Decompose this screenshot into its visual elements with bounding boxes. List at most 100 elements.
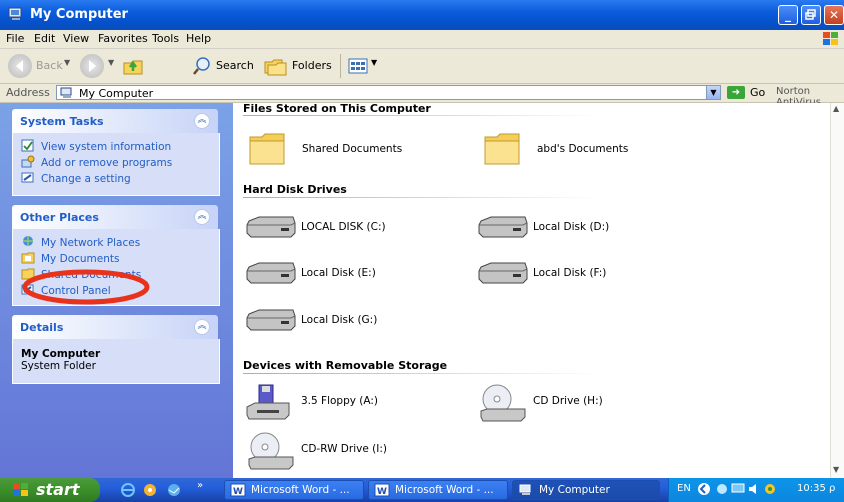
- my-network-places-link[interactable]: My Network Places: [21, 235, 140, 251]
- menu-help[interactable]: Help: [186, 32, 211, 45]
- task-pane: System Tasks ︽ View system information A…: [0, 103, 233, 478]
- taskbar-button-word-1[interactable]: W Microsoft Word - ...: [224, 480, 364, 500]
- outlook-express-icon[interactable]: [166, 482, 182, 498]
- svg-text:W: W: [377, 487, 387, 497]
- collapse-chevron-icon[interactable]: ︽: [194, 319, 210, 335]
- details-title: Details: [20, 321, 64, 334]
- cd-drive-icon: [480, 384, 526, 422]
- folder-icon: [484, 133, 520, 165]
- view-system-info-link[interactable]: View system information: [21, 139, 171, 155]
- folder-abds-documents[interactable]: abd's Documents: [483, 131, 683, 171]
- title-bar[interactable]: My Computer _ ✕: [0, 0, 844, 30]
- scroll-up-icon[interactable]: ▲: [833, 104, 839, 113]
- system-tasks-header[interactable]: System Tasks ︽: [12, 109, 218, 133]
- forward-dropdown-icon[interactable]: ▼: [108, 58, 114, 67]
- item-label: Local Disk (E:): [301, 267, 376, 279]
- hard-disk-icon: [478, 262, 528, 284]
- window-title: My Computer: [30, 7, 128, 22]
- my-documents-link[interactable]: My Documents: [21, 251, 119, 267]
- windows-flag-icon: [13, 483, 28, 496]
- scroll-down-icon[interactable]: ▼: [833, 465, 839, 474]
- quick-launch-overflow-icon[interactable]: »: [197, 480, 203, 491]
- details-panel: My Computer System Folder: [12, 339, 220, 384]
- windows-flag-icon: [823, 32, 838, 45]
- folder-shared-documents[interactable]: Shared Documents: [248, 131, 448, 171]
- collapse-chevron-icon[interactable]: ︽: [194, 209, 210, 225]
- go-button[interactable]: Go: [750, 86, 765, 99]
- drive-f[interactable]: Local Disk (F:): [477, 255, 677, 295]
- folder-icon: [249, 133, 285, 165]
- monitor-tray-icon[interactable]: [731, 483, 745, 495]
- media-player-icon[interactable]: [142, 482, 158, 498]
- close-button[interactable]: ✕: [824, 5, 844, 25]
- svg-text:W: W: [233, 487, 243, 497]
- vertical-scrollbar[interactable]: ▲ ▼: [830, 103, 844, 478]
- back-button[interactable]: [8, 54, 32, 78]
- drive-g[interactable]: Local Disk (G:): [245, 302, 445, 342]
- volume-tray-icon[interactable]: [747, 483, 761, 495]
- taskbar: start » W Microsoft Word - ... W Microso…: [0, 478, 844, 502]
- floppy-drive-icon: [246, 384, 290, 420]
- hard-disk-icon: [246, 216, 296, 238]
- menu-tools[interactable]: Tools: [152, 32, 179, 45]
- drive-i-cdrw[interactable]: CD-RW Drive (I:): [245, 431, 445, 471]
- item-label: Local Disk (D:): [533, 221, 610, 233]
- system-tasks-title: System Tasks: [20, 115, 104, 128]
- details-header[interactable]: Details ︽: [12, 315, 218, 339]
- search-icon[interactable]: [192, 56, 212, 76]
- system-tray: EN 10:35 ρ: [668, 478, 844, 502]
- word-document-icon: W: [230, 483, 246, 497]
- my-computer-icon: [8, 7, 22, 20]
- views-dropdown-icon[interactable]: ▼: [371, 58, 377, 67]
- folders-button[interactable]: Folders: [292, 59, 332, 72]
- views-icon[interactable]: [348, 58, 368, 74]
- cd-rw-drive-icon: [248, 432, 294, 470]
- group-header-hard-disk-drives: Hard Disk Drives: [243, 183, 347, 196]
- address-dropdown-button[interactable]: ▼: [706, 85, 721, 100]
- hard-disk-icon: [478, 216, 528, 238]
- menu-file[interactable]: File: [6, 32, 24, 45]
- drive-c[interactable]: LOCAL DISK (C:): [245, 209, 445, 249]
- word-document-icon: W: [374, 483, 390, 497]
- go-arrow-icon[interactable]: ➜: [727, 86, 745, 99]
- security-tray-icon[interactable]: [763, 483, 777, 495]
- change-setting-link[interactable]: Change a setting: [21, 171, 131, 187]
- network-tray-icon[interactable]: [715, 483, 729, 495]
- taskbar-button-word-2[interactable]: W Microsoft Word - ...: [368, 480, 508, 500]
- add-remove-programs-link[interactable]: Add or remove programs: [21, 155, 172, 171]
- clock[interactable]: 10:35 ρ: [797, 483, 835, 494]
- address-input[interactable]: My Computer: [56, 85, 720, 100]
- up-folder-icon[interactable]: [122, 55, 146, 77]
- drive-a-floppy[interactable]: 3.5 Floppy (A:): [245, 383, 445, 423]
- tray-hide-chevron-icon[interactable]: [697, 482, 711, 496]
- drive-d[interactable]: Local Disk (D:): [477, 209, 677, 249]
- back-dropdown-icon[interactable]: ▼: [64, 58, 70, 67]
- back-label[interactable]: Back: [36, 59, 63, 72]
- maximize-button[interactable]: [801, 5, 821, 25]
- other-places-header[interactable]: Other Places ︽: [12, 205, 218, 229]
- menu-edit[interactable]: Edit: [34, 32, 55, 45]
- item-label: abd's Documents: [537, 143, 629, 155]
- hard-disk-icon: [246, 309, 296, 331]
- my-documents-icon: [21, 252, 35, 264]
- drive-h-cd[interactable]: CD Drive (H:): [477, 383, 677, 423]
- forward-button[interactable]: [80, 54, 104, 78]
- minimize-button[interactable]: _: [778, 5, 798, 25]
- folders-icon[interactable]: [264, 56, 288, 76]
- internet-explorer-icon[interactable]: [120, 482, 136, 498]
- menu-bar: File Edit View Favorites Tools Help: [0, 30, 844, 49]
- taskbar-button-my-computer[interactable]: My Computer: [512, 480, 660, 500]
- collapse-chevron-icon[interactable]: ︽: [194, 113, 210, 129]
- item-label: LOCAL DISK (C:): [301, 221, 386, 233]
- language-indicator[interactable]: EN: [677, 483, 691, 494]
- search-button[interactable]: Search: [216, 59, 254, 72]
- menu-favorites[interactable]: Favorites: [98, 32, 148, 45]
- network-places-icon: [23, 236, 33, 246]
- start-button[interactable]: start: [0, 478, 100, 502]
- details-type: System Folder: [21, 360, 96, 372]
- menu-view[interactable]: View: [63, 32, 89, 45]
- add-remove-programs-icon: [21, 155, 35, 168]
- system-tasks-panel: View system information Add or remove pr…: [12, 133, 220, 196]
- drive-e[interactable]: Local Disk (E:): [245, 255, 445, 295]
- forward-arrow-icon: [89, 60, 96, 72]
